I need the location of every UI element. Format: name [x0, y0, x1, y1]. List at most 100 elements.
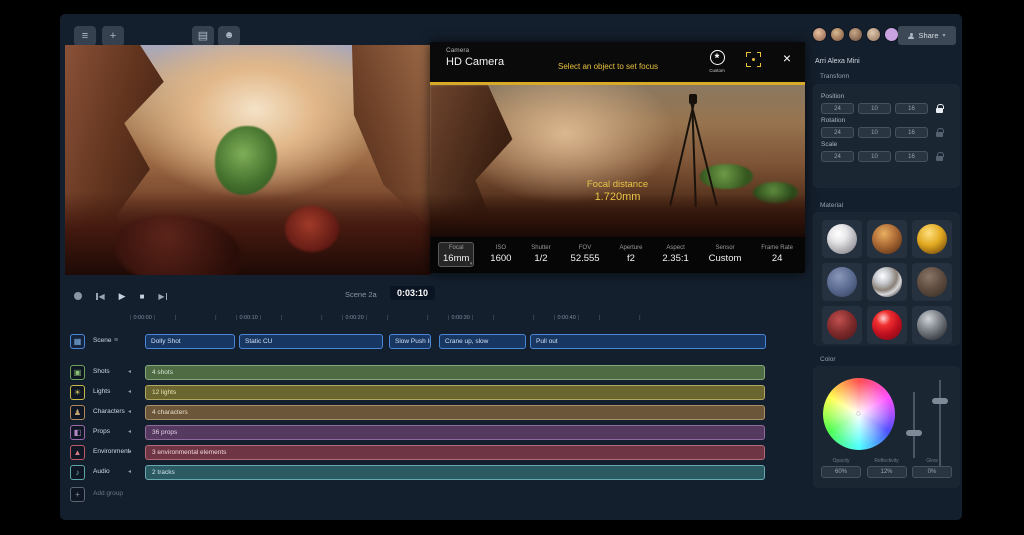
add-icon[interactable]: +	[102, 26, 124, 46]
material-panel	[813, 212, 960, 346]
lock-icon[interactable]	[932, 103, 946, 114]
scale-x-field[interactable]: 24	[821, 151, 854, 162]
timecode[interactable]: 0:03:10	[390, 286, 435, 300]
scene-icon[interactable]: ▦	[70, 334, 85, 349]
rotation-x-field[interactable]: 24	[821, 127, 854, 138]
focus-corner	[746, 63, 751, 68]
play-icon[interactable]: ▶	[119, 291, 126, 302]
camera-name: HD Camera	[446, 56, 504, 68]
collapse-icon[interactable]: ◂	[128, 388, 131, 395]
focus-corner	[757, 63, 762, 68]
clip-static-cu[interactable]: Static CU	[239, 334, 383, 349]
shots-track-label: Shots	[93, 368, 110, 375]
collapse-icon[interactable]: ◂	[128, 468, 131, 475]
rotation-label: Rotation	[821, 117, 952, 124]
position-y-field[interactable]: 10	[858, 103, 891, 114]
transform-section-label: Transform	[820, 73, 849, 80]
collapse-icon[interactable]: ◂	[128, 368, 131, 375]
collapse-icon[interactable]: ◂	[128, 428, 131, 435]
rotation-z-field[interactable]: 16	[895, 127, 928, 138]
setting-framerate[interactable]: Frame Rate 24	[757, 243, 797, 266]
scale-z-field[interactable]: 16	[895, 151, 928, 162]
scene-track-menu-icon[interactable]: ≡	[114, 337, 118, 344]
scale-y-field[interactable]: 10	[858, 151, 891, 162]
setting-value: 1600	[490, 253, 511, 264]
ruler-label: 0:00:00	[133, 315, 151, 321]
audio-icon[interactable]: ♪	[70, 465, 85, 480]
material-swatch[interactable]	[867, 220, 907, 258]
audio-track: ♪ Audio ◂ 2 tracks	[60, 464, 962, 482]
stop-icon[interactable]: ■	[140, 292, 145, 301]
setting-shutter[interactable]: Shutter 1/2	[527, 243, 554, 266]
add-group-label[interactable]: Add group	[93, 490, 123, 497]
close-icon[interactable]: ×	[783, 50, 791, 66]
avatar[interactable]	[812, 27, 827, 42]
user-icon[interactable]: ☻	[218, 26, 240, 46]
position-z-field[interactable]: 16	[895, 103, 928, 114]
collaborator-avatars	[812, 27, 899, 42]
setting-iso[interactable]: ISO 1600	[486, 243, 515, 266]
audio-group-bar[interactable]: 2 tracks	[145, 465, 765, 480]
skip-end-icon[interactable]: ▶	[158, 292, 167, 301]
setting-sensor[interactable]: Sensor Custom	[705, 243, 746, 266]
environment-group-bar[interactable]: 3 environmental elements	[145, 445, 765, 460]
shots-group-bar[interactable]: 4 shots	[145, 365, 765, 380]
avatar[interactable]	[866, 27, 881, 42]
ruler-label: 0:00:30	[451, 315, 469, 321]
clip-crane-up-slow[interactable]: Crane up, slow	[439, 334, 526, 349]
shots-icon[interactable]: ▣	[70, 365, 85, 380]
ruler-label: 0:00:10	[239, 315, 257, 321]
setting-aperture[interactable]: Aperture f2	[615, 243, 646, 266]
clip-dolly-shot[interactable]: Dolly Shot	[145, 334, 235, 349]
clip-slow-push-in[interactable]: Slow Push In	[389, 334, 431, 349]
viewport-red-bush	[285, 206, 340, 252]
material-swatch[interactable]	[822, 263, 862, 301]
clip-pull-out[interactable]: Pull out	[530, 334, 766, 349]
share-button[interactable]: Share ▾	[898, 26, 956, 45]
aperture-mode-button[interactable]: * Custom	[705, 49, 729, 73]
camera-view[interactable]: Focal distance 1.720mm	[430, 85, 805, 237]
ruler-label: 0:00:40	[557, 315, 575, 321]
setting-focal[interactable]: Focal 16mm	[438, 242, 474, 267]
lights-group-bar[interactable]: 12 lights	[145, 385, 765, 400]
scene-viewport[interactable]	[65, 45, 431, 275]
material-swatch[interactable]	[912, 220, 952, 258]
setting-label: Frame Rate	[761, 245, 793, 251]
characters-group-bar[interactable]: 4 characters	[145, 405, 765, 420]
material-swatch[interactable]	[912, 263, 952, 301]
environment-icon[interactable]: ▲	[70, 445, 85, 460]
lock-icon[interactable]	[932, 127, 946, 138]
avatar[interactable]	[848, 27, 863, 42]
characters-icon[interactable]: ♟	[70, 405, 85, 420]
scene-track-label: Scene	[93, 337, 111, 344]
document-icon[interactable]: ▤	[192, 26, 214, 46]
material-swatch[interactable]	[867, 263, 907, 301]
lights-icon[interactable]: ☀	[70, 385, 85, 400]
add-group-icon[interactable]: +	[70, 487, 85, 502]
material-swatch[interactable]	[822, 220, 862, 258]
avatar[interactable]	[884, 27, 899, 42]
aperture-icon: *	[710, 50, 725, 65]
material-sphere	[917, 267, 947, 297]
environment-track: ▲ Environment ◂ 3 environmental elements	[60, 444, 962, 462]
focal-distance-label: Focal distance	[543, 179, 693, 190]
setting-fov[interactable]: FOV 52.555	[567, 243, 604, 266]
props-group-bar[interactable]: 36 props	[145, 425, 765, 440]
collapse-icon[interactable]: ◂	[128, 408, 131, 415]
position-x-field[interactable]: 24	[821, 103, 854, 114]
props-icon[interactable]: ◧	[70, 425, 85, 440]
menu-icon[interactable]: ≡	[74, 26, 96, 46]
setting-aspect[interactable]: Aspect 2.35:1	[658, 243, 692, 266]
skip-start-icon[interactable]: ◀	[96, 292, 105, 301]
rotation-y-field[interactable]: 10	[858, 127, 891, 138]
avatar[interactable]	[830, 27, 845, 42]
timeline-ruler[interactable]: |0:00:00||| |0:00:10||| |0:00:20||| |0:0…	[130, 312, 660, 324]
focus-corner	[757, 52, 762, 57]
focal-distance-value: 1.720mm	[543, 191, 693, 203]
focus-target-icon[interactable]	[746, 52, 761, 67]
environment-track-label: Environment	[93, 448, 130, 455]
lock-icon[interactable]	[932, 151, 946, 162]
collapse-icon[interactable]: ◂	[128, 448, 131, 455]
record-icon[interactable]	[74, 292, 82, 300]
camera-panel: Camera HD Camera Select an object to set…	[430, 42, 805, 273]
